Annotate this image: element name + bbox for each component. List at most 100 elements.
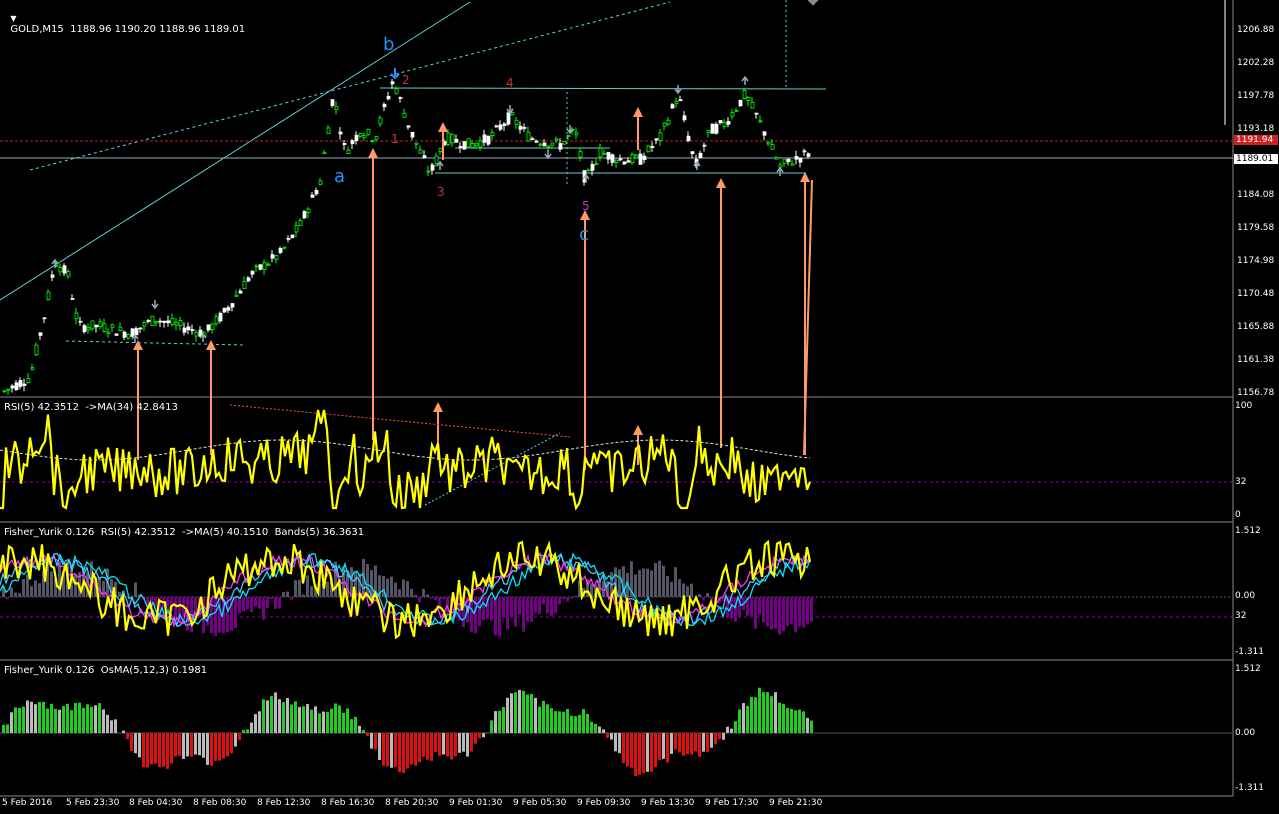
candle-body bbox=[502, 123, 507, 126]
osma-histogram-bar bbox=[310, 709, 313, 733]
fisher-histogram-bar bbox=[790, 597, 793, 625]
osma-histogram-bar bbox=[406, 733, 409, 769]
candle-body bbox=[114, 333, 119, 336]
chevron-down-icon[interactable]: ▼ bbox=[10, 14, 16, 23]
fisher-axis-max: 1.512 bbox=[1235, 526, 1261, 536]
osma-histogram-bar bbox=[294, 701, 297, 733]
candle-body bbox=[634, 154, 639, 159]
fractal-down-arrow-icon bbox=[674, 85, 682, 95]
candle-body bbox=[134, 328, 139, 336]
chart-canvas[interactable] bbox=[0, 0, 1279, 814]
candle-body bbox=[6, 388, 11, 391]
time-axis-label: 8 Feb 12:30 bbox=[257, 798, 311, 808]
fisher-header: Fisher_Yurik 0.126 RSI(5) 42.3512 ->MA(5… bbox=[4, 527, 365, 538]
candle-body bbox=[102, 323, 107, 332]
osma-histogram-bar bbox=[542, 700, 545, 733]
fisher-histogram-bar bbox=[554, 597, 557, 614]
fisher-histogram-bar bbox=[326, 581, 329, 597]
osma-histogram-bar bbox=[218, 733, 221, 761]
candle-body bbox=[682, 115, 687, 121]
fisher-histogram-bar bbox=[238, 597, 241, 614]
osma-histogram-bar bbox=[38, 701, 41, 733]
fisher-histogram-bar bbox=[494, 597, 497, 636]
osma-histogram-bar bbox=[226, 733, 229, 757]
fisher-histogram-bar bbox=[750, 597, 753, 616]
candle-body bbox=[426, 170, 431, 173]
fisher-histogram-bar bbox=[502, 597, 505, 617]
candle-body bbox=[266, 263, 271, 266]
candle-body bbox=[410, 131, 415, 138]
candle-body bbox=[10, 385, 15, 389]
fisher-histogram-bar bbox=[546, 597, 549, 614]
candle-body bbox=[778, 164, 783, 168]
fisher-histogram-bar bbox=[702, 597, 705, 601]
candle-body bbox=[534, 140, 539, 143]
fisher-histogram-bar bbox=[390, 576, 393, 597]
candle-body bbox=[646, 145, 651, 153]
osma-histogram-bar bbox=[190, 733, 193, 757]
fisher-histogram-bar bbox=[118, 591, 121, 597]
wave-label-3: 3 bbox=[437, 185, 445, 199]
fisher-histogram-bar bbox=[550, 597, 553, 616]
candle-body bbox=[574, 132, 579, 136]
candle-body bbox=[126, 334, 131, 339]
fisher-histogram-bar bbox=[298, 579, 301, 597]
osma-histogram-bar bbox=[354, 716, 357, 733]
osma-histogram-bar bbox=[502, 707, 505, 733]
current-price-label: 1189.01 bbox=[1234, 154, 1278, 164]
osma-histogram-bar bbox=[806, 717, 809, 733]
price-axis-label: 1156.78 bbox=[1237, 388, 1275, 398]
osma-histogram-bar bbox=[482, 733, 485, 738]
fisher-histogram-bar bbox=[798, 597, 801, 627]
osma-histogram-bar bbox=[70, 710, 73, 733]
osma-histogram-bar bbox=[390, 733, 393, 768]
fisher-histogram-bar bbox=[394, 582, 397, 597]
candle-body bbox=[578, 151, 583, 158]
fisher-histogram-bar bbox=[762, 597, 765, 623]
candle-body bbox=[318, 180, 323, 185]
osma-histogram-bar bbox=[6, 724, 9, 733]
candle-body bbox=[270, 254, 275, 259]
fisher-histogram-bar bbox=[262, 597, 265, 620]
fisher-histogram-bar bbox=[514, 597, 517, 627]
osma-histogram-bar bbox=[810, 720, 813, 733]
candle-body bbox=[210, 323, 215, 330]
candle-body bbox=[418, 149, 423, 154]
fisher-histogram-bar bbox=[10, 587, 13, 597]
fisher-histogram-bar bbox=[562, 597, 565, 600]
osma-histogram-bar bbox=[342, 712, 345, 733]
fisher-histogram-bar bbox=[30, 586, 33, 597]
osma-histogram-bar bbox=[794, 710, 797, 733]
annotation-arrow-head-icon bbox=[368, 148, 378, 158]
fisher-histogram-bar bbox=[402, 579, 405, 597]
osma-histogram-bar bbox=[2, 724, 5, 733]
candle-body bbox=[66, 271, 71, 277]
osma-histogram-bar bbox=[462, 733, 465, 752]
osma-histogram-bar bbox=[338, 705, 341, 733]
osma-histogram-bar bbox=[74, 702, 77, 733]
fisher-histogram-bar bbox=[134, 582, 137, 597]
osma-histogram-bar bbox=[770, 696, 773, 733]
osma-histogram-bar bbox=[442, 733, 445, 755]
candle-body bbox=[230, 303, 235, 308]
candle-body bbox=[514, 119, 519, 125]
candle-body bbox=[466, 138, 471, 148]
osma-histogram-bar bbox=[46, 708, 49, 733]
fisher-histogram-bar bbox=[34, 580, 37, 597]
osma-histogram-bar bbox=[458, 733, 461, 753]
candle-body bbox=[22, 383, 27, 386]
annotation-arrow-head-icon bbox=[633, 107, 643, 117]
candle-body bbox=[366, 128, 371, 135]
osma-histogram-bar bbox=[42, 701, 45, 733]
candle-body bbox=[90, 320, 95, 330]
candle-body bbox=[162, 320, 167, 323]
osma-histogram-bar bbox=[758, 687, 761, 733]
candle-body bbox=[362, 134, 367, 139]
candle-body bbox=[414, 142, 419, 145]
candle-body bbox=[566, 135, 571, 137]
candle-body bbox=[586, 169, 591, 172]
candle-body bbox=[438, 147, 443, 153]
price-axis-label: 1174.98 bbox=[1237, 256, 1275, 266]
osma-histogram-bar bbox=[670, 733, 673, 754]
candle-body bbox=[550, 142, 555, 146]
